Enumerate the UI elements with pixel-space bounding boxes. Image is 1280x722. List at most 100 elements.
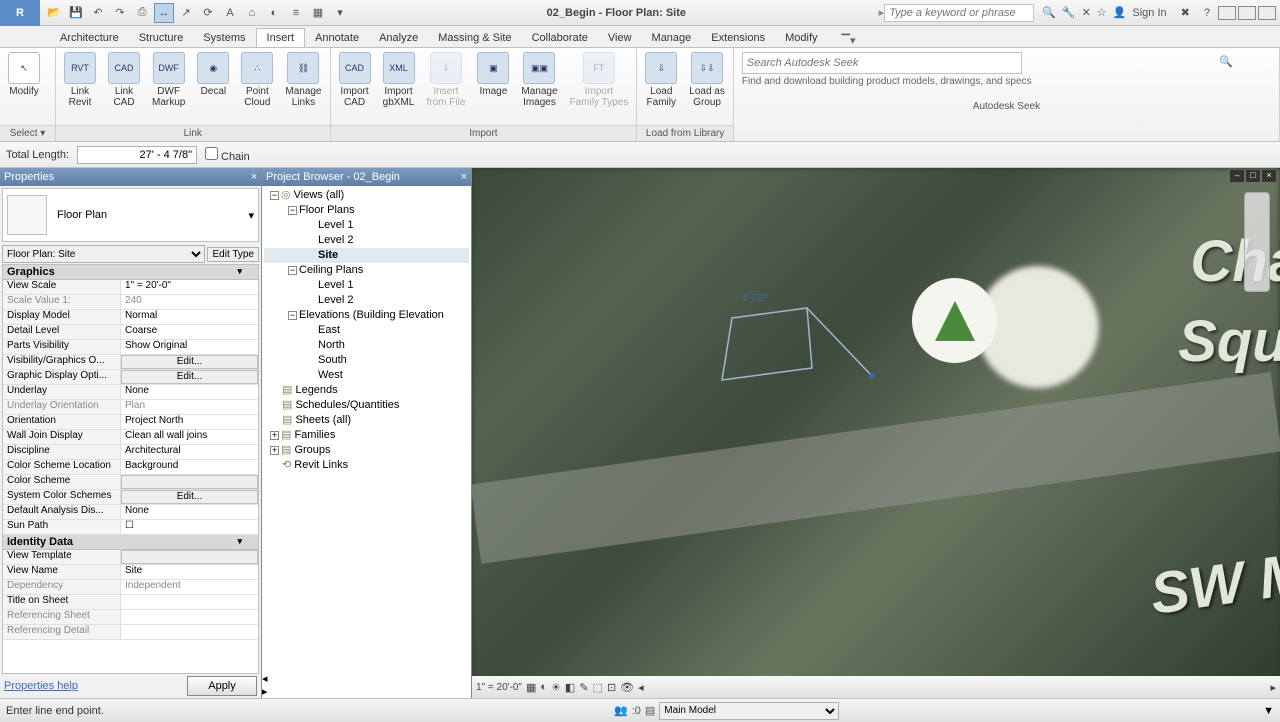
exchange-icon[interactable]: ✕ [1082,6,1091,19]
properties-grid[interactable]: GraphicsView Scale1" = 20'-0"Scale Value… [2,264,259,674]
switch-windows-icon[interactable]: ▾ [330,3,350,23]
import-cad-button[interactable]: CADImportCAD [333,50,377,110]
modify-button[interactable]: ↖Modify [2,50,46,99]
tab-annotate[interactable]: Annotate [305,29,369,47]
help-icon[interactable]: ? [1204,7,1210,19]
close-button[interactable] [1258,6,1276,20]
type-dropdown-icon[interactable]: ▾ [248,209,254,222]
total-length-input[interactable] [77,146,197,164]
chain-option[interactable]: Chain [205,147,250,163]
3d-icon[interactable]: ⌂ [242,3,262,23]
minimize-button[interactable] [1218,6,1236,20]
exchange-apps-icon[interactable]: ✖ [1173,6,1198,19]
prop-row[interactable]: Visibility/Graphics O...Edit... [3,355,258,370]
prop-row[interactable]: Detail LevelCoarse [3,325,258,340]
worksets-icon[interactable]: 👥 [614,704,628,717]
properties-close-icon[interactable]: × [251,171,257,183]
view-scale[interactable]: 1" = 20'-0" [476,682,522,693]
prop-row[interactable]: Default Analysis Dis...None [3,505,258,520]
point-cloud-button[interactable]: ∴PointCloud [235,50,279,110]
shadows-icon[interactable]: ◧ [565,681,575,694]
signin-link[interactable]: Sign In [1132,7,1166,19]
help-search-input[interactable] [884,4,1034,22]
properties-header[interactable]: Properties× [0,168,261,186]
design-options-icon[interactable]: ▤ [645,704,655,717]
prop-row[interactable]: Underlay OrientationPlan [3,400,258,415]
select-panel-label[interactable]: Select ▾ [0,125,55,141]
prop-category[interactable]: Identity Data [3,535,258,550]
seek-search-icon[interactable]: 🔍 [1219,55,1233,68]
prop-row[interactable]: UnderlayNone [3,385,258,400]
hide-isolate-icon[interactable]: 👁 [620,681,634,694]
tree-node[interactable]: West [264,368,469,383]
save-icon[interactable]: 💾 [66,3,86,23]
view-scroll-right-icon[interactable]: ▸ [1270,681,1276,694]
crop-region-icon[interactable]: ⊡ [607,681,616,694]
tab-modify[interactable]: Modify [775,29,827,47]
maximize-button[interactable] [1238,6,1256,20]
scroll-left-icon[interactable]: ◂ [262,672,471,685]
tree-node[interactable]: Site [264,248,469,263]
tree-node[interactable]: East [264,323,469,338]
navigation-bar[interactable] [1244,192,1270,292]
tab-view[interactable]: View [598,29,642,47]
tree-node[interactable]: Level 2 [264,293,469,308]
prop-row[interactable]: Wall Join DisplayClean all wall joins [3,430,258,445]
prop-row[interactable]: Color Scheme [3,475,258,490]
tree-node[interactable]: North [264,338,469,353]
workset-selector[interactable]: Main Model [659,702,839,720]
favorite-icon[interactable]: ☆ [1097,6,1107,19]
prop-row[interactable]: Title on Sheet [3,595,258,610]
tab-extensions[interactable]: Extensions [701,29,775,47]
rendering-icon[interactable]: ✎ [579,681,588,694]
redo-icon[interactable]: ↷ [110,3,130,23]
app-logo[interactable]: R [0,0,40,26]
sketch-lines[interactable] [712,298,892,418]
load-family-button[interactable]: ⇩LoadFamily [639,50,683,110]
view-close-icon[interactable]: × [1262,170,1276,182]
tree-node[interactable]: South [264,353,469,368]
tab-structure[interactable]: Structure [129,29,194,47]
tree-toggle-icon[interactable]: − [288,206,297,215]
prop-row[interactable]: DependencyIndependent [3,580,258,595]
prop-row[interactable]: Sun Path☐ [3,520,258,535]
seek-search-input[interactable] [742,52,1022,74]
prop-row[interactable]: Color Scheme LocationBackground [3,460,258,475]
manage-links-button[interactable]: ⛓ManageLinks [279,50,327,110]
import-gbxml-button[interactable]: XMLImportgbXML [377,50,421,110]
filter-icon[interactable]: ▼ [1263,705,1274,717]
prop-row[interactable]: Referencing Sheet [3,610,258,625]
view-maximize-icon[interactable]: □ [1246,170,1260,182]
user-icon[interactable]: 👤 [1113,6,1127,19]
tab-manage[interactable]: Manage [642,29,702,47]
tab-analyze[interactable]: Analyze [369,29,428,47]
prop-row[interactable]: DisciplineArchitectural [3,445,258,460]
instance-selector[interactable]: Floor Plan: Site [2,245,205,263]
prop-row[interactable]: Display ModelNormal [3,310,258,325]
tab-systems[interactable]: Systems [193,29,255,47]
link-cad-button[interactable]: CADLinkCAD [102,50,146,110]
tree-node[interactable]: Level 2 [264,233,469,248]
undo-icon[interactable]: ↶ [88,3,108,23]
load-as-group-button[interactable]: ⇩⇩Load asGroup [683,50,731,110]
view-minimize-icon[interactable]: – [1230,170,1244,182]
close-hidden-icon[interactable]: ▦ [308,3,328,23]
tree-node[interactable]: ▤ Legends [264,383,469,398]
tree-node[interactable]: ⟲ Revit Links [264,458,469,473]
decal--button[interactable]: ◉Decal [191,50,235,99]
prop-category[interactable]: Graphics [3,265,258,280]
tab-insert[interactable]: Insert [256,28,306,47]
thin-lines-icon[interactable]: ≡ [286,3,306,23]
prop-row[interactable]: System Color SchemesEdit... [3,490,258,505]
crop-icon[interactable]: ⬚ [593,681,603,694]
reveal-icon[interactable]: ◂ [638,681,644,694]
sync-icon[interactable]: ⟳ [198,3,218,23]
key-icon[interactable]: 🔧 [1062,6,1076,19]
properties-help-link[interactable]: Properties help [4,680,78,692]
type-selector[interactable]: Floor Plan ▾ [2,188,259,242]
tree-node[interactable]: ▤ Sheets (all) [264,413,469,428]
apply-button[interactable]: Apply [187,676,257,696]
prop-row[interactable]: View Scale1" = 20'-0" [3,280,258,295]
tree-toggle-icon[interactable]: − [288,266,297,275]
tab-massingsite[interactable]: Massing & Site [428,29,521,47]
